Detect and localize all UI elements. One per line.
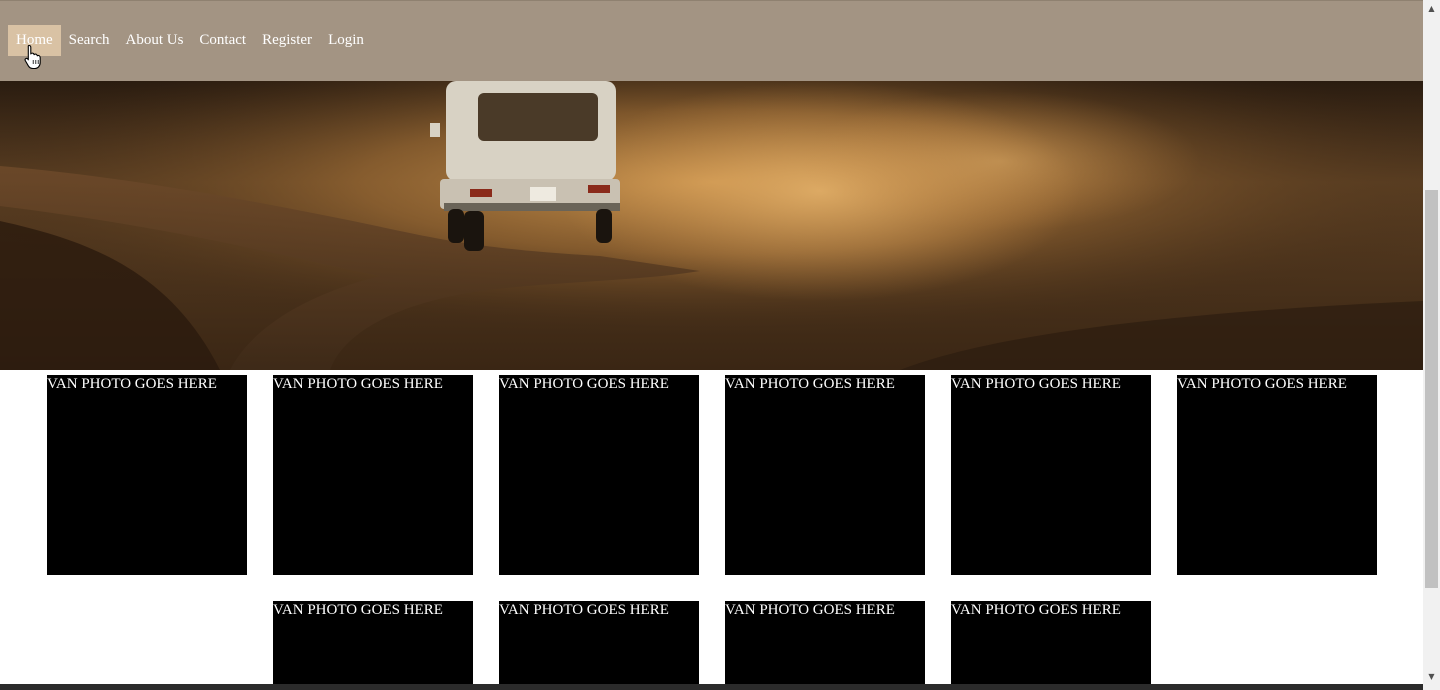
- van-photo-tile[interactable]: VAN PHOTO GOES HERE: [499, 601, 699, 685]
- van-photo-tile[interactable]: VAN PHOTO GOES HERE: [499, 375, 699, 575]
- nav-list: Home Search About Us Contact Register Lo…: [8, 25, 372, 56]
- van-photo-tile[interactable]: VAN PHOTO GOES HERE: [273, 601, 473, 685]
- van-photo-tile[interactable]: VAN PHOTO GOES HERE: [47, 375, 247, 575]
- nav-search-link[interactable]: Search: [61, 25, 118, 56]
- tile-caption: VAN PHOTO GOES HERE: [499, 602, 669, 618]
- scrollbar-thumb[interactable]: [1425, 190, 1438, 588]
- van-photo-tile[interactable]: VAN PHOTO GOES HERE: [951, 601, 1151, 685]
- hand-pointer-cursor-icon: [24, 44, 41, 70]
- navbar: Home Search About Us Contact Register Lo…: [0, 0, 1423, 81]
- page: Home Search About Us Contact Register Lo…: [0, 0, 1423, 690]
- van-photo-tile[interactable]: VAN PHOTO GOES HERE: [951, 375, 1151, 575]
- tile-caption: VAN PHOTO GOES HERE: [951, 376, 1121, 392]
- tile-caption: VAN PHOTO GOES HERE: [273, 602, 443, 618]
- tile-caption: VAN PHOTO GOES HERE: [47, 376, 217, 392]
- scroll-down-arrow-icon[interactable]: ▼: [1423, 668, 1440, 685]
- tile-caption: VAN PHOTO GOES HERE: [1177, 376, 1347, 392]
- nav-register-link[interactable]: Register: [254, 25, 320, 56]
- tile-caption: VAN PHOTO GOES HERE: [273, 376, 443, 392]
- taskbar-edge: [0, 684, 1423, 690]
- tile-caption: VAN PHOTO GOES HERE: [499, 376, 669, 392]
- hero-image: [0, 81, 1423, 370]
- tile-caption: VAN PHOTO GOES HERE: [725, 602, 895, 618]
- tile-caption: VAN PHOTO GOES HERE: [725, 376, 895, 392]
- tile-caption: VAN PHOTO GOES HERE: [951, 602, 1121, 618]
- scroll-up-arrow-icon[interactable]: ▲: [1423, 0, 1440, 17]
- van-photo-tile[interactable]: VAN PHOTO GOES HERE: [725, 601, 925, 685]
- nav-about-us-link[interactable]: About Us: [117, 25, 191, 56]
- nav-login-link[interactable]: Login: [320, 25, 372, 56]
- van-photo-tile[interactable]: VAN PHOTO GOES HERE: [273, 375, 473, 575]
- nav-contact-link[interactable]: Contact: [191, 25, 254, 56]
- vertical-scrollbar[interactable]: ▲ ▼: [1423, 0, 1440, 690]
- van-photo-tile[interactable]: VAN PHOTO GOES HERE: [725, 375, 925, 575]
- van-photo-tile[interactable]: VAN PHOTO GOES HERE: [1177, 375, 1377, 575]
